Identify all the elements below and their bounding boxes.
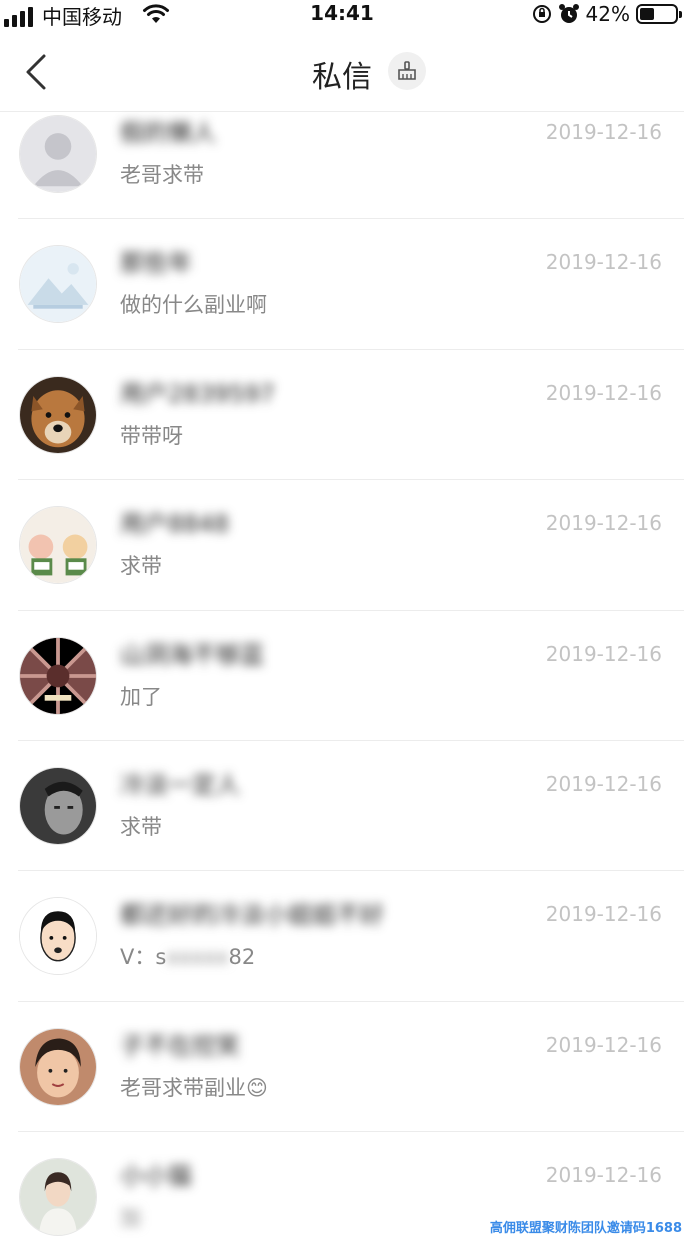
avatar [19, 115, 97, 193]
avatar [19, 245, 97, 324]
clear-messages-button[interactable] [388, 52, 426, 90]
message-date: 2019-12-16 [545, 902, 662, 927]
sender-name: 用户8848 [120, 510, 230, 539]
avatar [19, 1027, 97, 1106]
status-bar: 中国移动 14:41 42% [0, 0, 684, 30]
message-item[interactable]: 那些年 做的什么副业啊 2019-12-16 [0, 219, 684, 351]
avatar [19, 636, 97, 715]
sender-name: 那些年 [120, 249, 192, 278]
message-item[interactable]: 山洞海不够蓝 加了 2019-12-16 [0, 611, 684, 742]
message-date: 2019-12-16 [545, 771, 662, 796]
sender-name: 都还好的冷淡小姐姐不好 [120, 901, 384, 930]
message-date: 2019-12-16 [545, 380, 662, 405]
message-item[interactable]: 用户2839597 带带呀 2019-12-16 [0, 350, 684, 481]
watermark: 高佣联盟聚财陈团队邀请码1688 [489, 1221, 682, 1236]
message-item[interactable]: 都还好的冷淡小姐姐不好 V：sxxxxx82 2019-12-16 [0, 871, 684, 1003]
message-date: 2019-12-16 [545, 1032, 662, 1057]
status-right: 42% [532, 2, 682, 26]
message-date: 2019-12-16 [545, 120, 662, 144]
avatar [19, 506, 97, 585]
message-preview: V：sxxxxx82 [120, 945, 256, 970]
message-preview: 求带 [120, 814, 162, 839]
orientation-lock-icon [532, 5, 551, 23]
sender-name: 用户2839597 [120, 379, 275, 408]
avatar [19, 375, 97, 454]
sender-name: 小小猫 [120, 1162, 192, 1191]
avatar [19, 897, 97, 976]
message-date: 2019-12-16 [545, 641, 662, 666]
alarm-icon [558, 4, 579, 23]
message-list: 假的懒人 老哥求带 2019-12-16 那些年 做的什么副业啊 2019-12… [0, 89, 684, 1238]
broom-icon [398, 61, 416, 80]
message-item[interactable]: 假的懒人 老哥求带 2019-12-16 [0, 89, 684, 220]
battery-icon [636, 4, 682, 24]
message-preview: 求带 [120, 554, 162, 579]
message-date: 2019-12-16 [545, 1163, 662, 1188]
message-preview: 老哥求带 [120, 163, 204, 187]
message-date: 2019-12-16 [545, 511, 662, 536]
sender-name: 子不在控笑 [120, 1031, 240, 1060]
message-preview: 做的什么副业啊 [120, 293, 267, 318]
message-preview: 加 [120, 1206, 141, 1231]
sender-name: 冷淡一定人 [120, 770, 240, 799]
battery-percent: 42% [585, 2, 630, 26]
avatar [19, 1158, 97, 1237]
message-date: 2019-12-16 [545, 250, 662, 275]
message-item[interactable]: 冷淡一定人 求带 2019-12-16 [0, 741, 684, 872]
message-item[interactable]: 用户8848 求带 2019-12-16 [0, 480, 684, 611]
sender-name: 假的懒人 [120, 119, 216, 147]
smile-emoji-icon: 😊 [246, 1075, 268, 1100]
message-item[interactable]: 子不在控笑 老哥求带副业😊 2019-12-16 [0, 1002, 684, 1133]
message-preview: 老哥求带副业😊 [120, 1075, 268, 1100]
avatar [19, 766, 97, 845]
message-preview: 加了 [120, 684, 162, 709]
sender-name: 山洞海不够蓝 [120, 640, 264, 669]
message-preview: 带带呀 [120, 423, 183, 448]
